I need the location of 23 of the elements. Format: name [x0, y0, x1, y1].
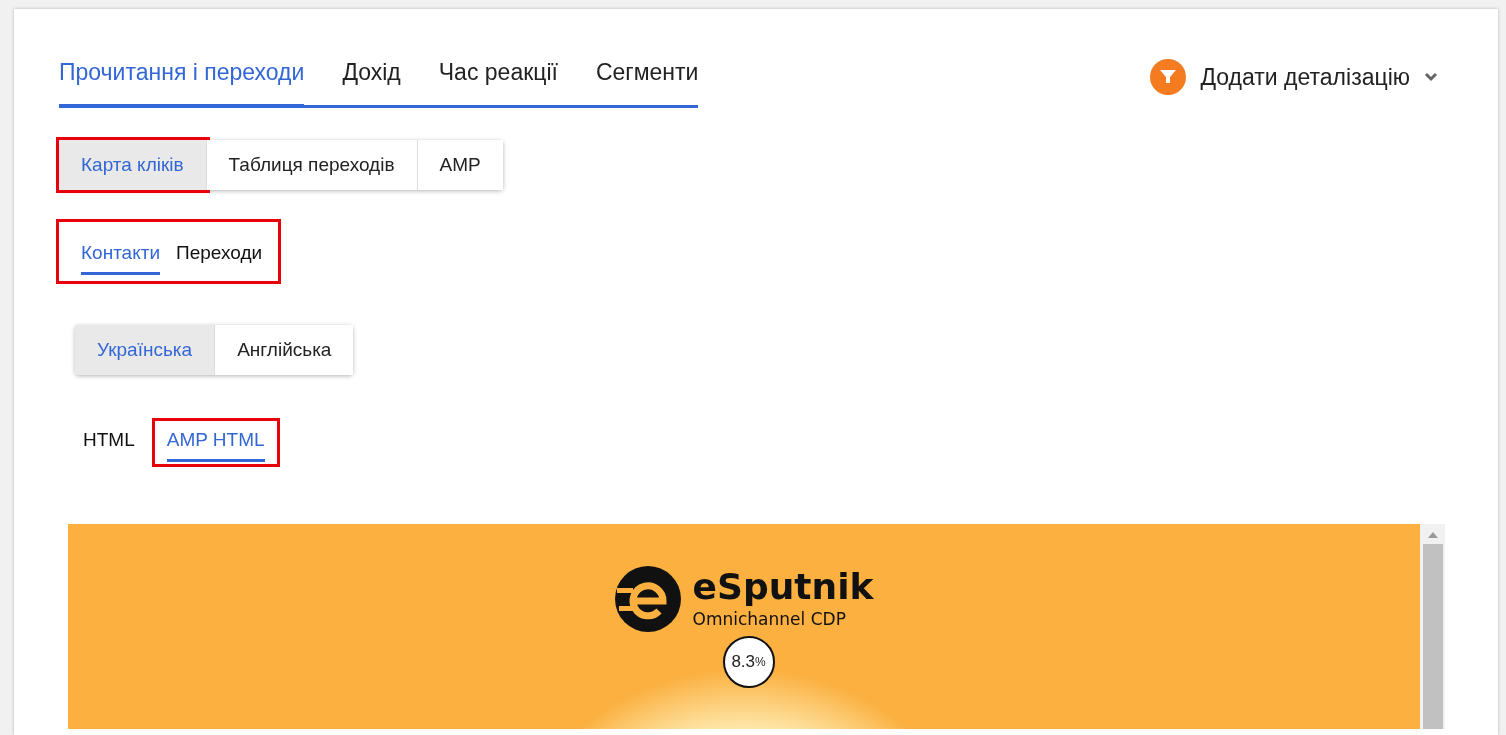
logo-tagline: Omnichannel CDP [692, 609, 847, 629]
scrollbar[interactable] [1420, 524, 1445, 729]
chevron-down-icon [1424, 72, 1438, 82]
logo-icon [614, 566, 681, 632]
view-button[interactable]: AMP [417, 140, 503, 190]
format-tab[interactable]: HTML [83, 423, 135, 462]
main-tab[interactable]: Дохід [342, 53, 401, 108]
view-button[interactable]: Таблиця переходів [206, 140, 418, 190]
metric-tab[interactable]: Контакти [81, 236, 161, 275]
language-button[interactable]: Англійська [215, 325, 354, 375]
logo-name: eSputnik [692, 566, 874, 607]
add-detail-button[interactable]: Додати деталізацію [1150, 53, 1438, 101]
main-tab[interactable]: Час реакції [438, 53, 558, 108]
metric-tab[interactable]: Переходи [176, 236, 263, 275]
language-button[interactable]: Українська [75, 325, 216, 375]
scroll-up-icon[interactable] [1426, 530, 1439, 540]
click-rate-bubble: 8.3% [722, 636, 775, 688]
main-tab[interactable]: Сегменти [595, 53, 699, 108]
scroll-thumb[interactable] [1422, 544, 1443, 729]
main-tab[interactable]: Прочитання і переходи [59, 53, 305, 108]
filter-icon [1150, 59, 1187, 95]
format-tab[interactable]: AMP HTML [166, 423, 265, 462]
view-button[interactable]: Карта кліків [59, 140, 207, 190]
